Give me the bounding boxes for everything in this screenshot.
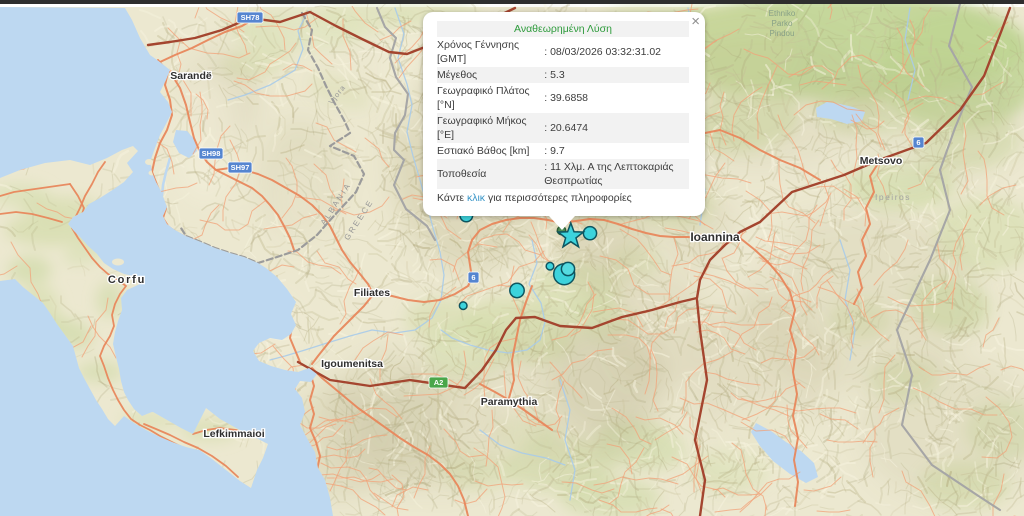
svg-text:Filiates: Filiates xyxy=(354,287,390,299)
svg-text:Igoumenitsa: Igoumenitsa xyxy=(321,358,383,370)
svg-text:6: 6 xyxy=(916,138,920,147)
svg-text:Lefkimmaioi: Lefkimmaioi xyxy=(203,428,264,440)
svg-text:A2: A2 xyxy=(434,378,444,387)
svg-text:Ethniko: Ethniko xyxy=(769,9,796,18)
svg-text:Corfu: Corfu xyxy=(108,274,146,286)
svg-text:6: 6 xyxy=(471,273,475,282)
svg-text:Ipeiros: Ipeiros xyxy=(875,192,911,202)
svg-text:Parko: Parko xyxy=(772,19,793,28)
svg-text:Ioannina: Ioannina xyxy=(690,230,740,244)
svg-text:Paramythia: Paramythia xyxy=(481,396,538,408)
svg-text:Metsovo: Metsovo xyxy=(860,155,903,167)
svg-text:Pindou: Pindou xyxy=(770,29,795,38)
svg-text:Sarandë: Sarandë xyxy=(170,70,212,82)
svg-text:SH98: SH98 xyxy=(202,149,221,158)
svg-text:SH97: SH97 xyxy=(231,163,250,172)
svg-text:SH78: SH78 xyxy=(241,13,260,22)
